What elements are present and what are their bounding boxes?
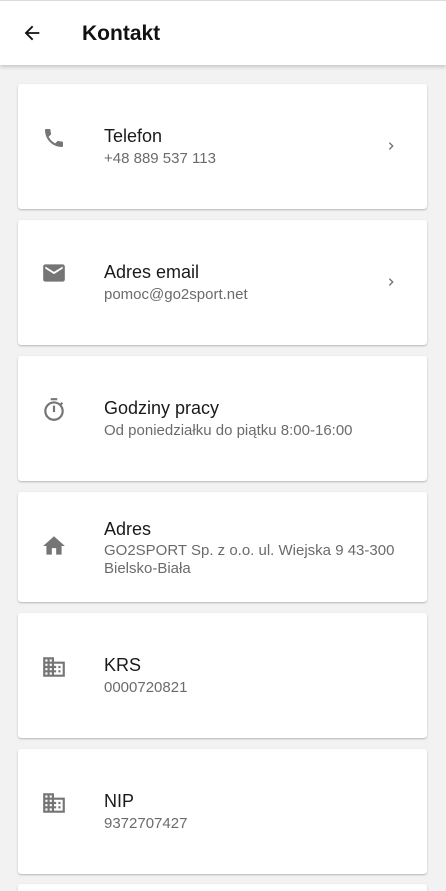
app-bar: Kontakt <box>0 0 446 65</box>
contact-label: Godziny pracy <box>104 398 220 418</box>
arrow-back-icon <box>24 25 40 41</box>
chevron-right-icon <box>383 274 399 290</box>
back-button[interactable] <box>14 15 50 51</box>
contact-value: 9372707427 <box>104 815 188 832</box>
contact-card-phone[interactable]: Telefon +48 889 537 113 <box>18 84 427 209</box>
business-icon <box>40 789 68 817</box>
chevron-right-icon <box>383 138 399 154</box>
contact-card-hours: Godziny pracy Od poniedziałku do piątku … <box>18 356 427 481</box>
contact-card-email[interactable]: Adres email pomoc@go2sport.net <box>18 220 427 345</box>
contact-label: Adres email <box>104 262 200 282</box>
timer-icon <box>40 396 68 424</box>
contact-value: GO2SPORT Sp. z o.o. ul. Wiejska 9 43-300… <box>104 542 395 577</box>
contact-label: NIP <box>104 791 135 811</box>
contact-card-nip: NIP 9372707427 <box>18 749 427 874</box>
contact-card-krs: KRS 0000720821 <box>18 613 427 738</box>
contact-card-address: Adres GO2SPORT Sp. z o.o. ul. Wiejska 9 … <box>18 492 427 602</box>
contact-value: 0000720821 <box>104 679 188 696</box>
email-icon <box>40 259 68 287</box>
contact-value: pomoc@go2sport.net <box>104 286 248 303</box>
contact-label: Adres <box>104 519 152 539</box>
home-icon <box>40 532 68 560</box>
page-title: Kontakt <box>82 22 161 45</box>
contact-label: KRS <box>104 655 142 675</box>
contact-value: +48 889 537 113 <box>104 150 216 167</box>
contact-label: Telefon <box>104 126 163 146</box>
next-card-partial <box>18 884 427 891</box>
business-icon <box>40 653 68 681</box>
contact-value: Od poniedziałku do piątku 8:00-16:00 <box>104 422 353 439</box>
phone-icon <box>40 124 68 152</box>
